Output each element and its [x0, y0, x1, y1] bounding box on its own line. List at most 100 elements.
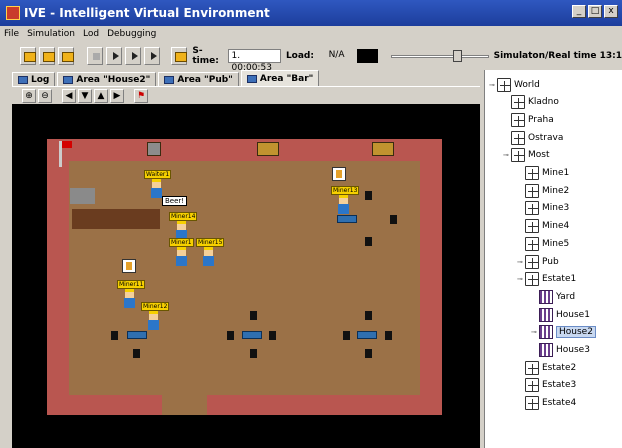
- menu-debugging[interactable]: Debugging: [107, 29, 156, 39]
- speed-slider[interactable]: [390, 49, 489, 63]
- tree-item-most[interactable]: ⊸ Most: [503, 147, 550, 164]
- menu-simulation[interactable]: Simulation: [27, 29, 75, 39]
- zoom-in-button[interactable]: ⊕: [22, 88, 36, 103]
- play-button[interactable]: [125, 47, 142, 65]
- flag-button[interactable]: ⚑: [134, 88, 148, 103]
- tree-toggle-icon[interactable]: ⊸: [531, 328, 539, 336]
- open-folder-button[interactable]: [39, 47, 56, 65]
- tree-item-label: House2: [556, 326, 596, 339]
- tree-item-house3[interactable]: House3: [531, 342, 590, 359]
- npc-label: Miner1: [169, 238, 194, 247]
- save-button[interactable]: [58, 47, 75, 65]
- tree-item-mine1[interactable]: Mine1: [517, 165, 569, 182]
- npc-head: [339, 195, 348, 204]
- npc-head: [204, 247, 213, 256]
- location-node-icon: [511, 148, 525, 163]
- tree-item-mine5[interactable]: Mine5: [517, 235, 569, 252]
- tree-item-label: Mine5: [542, 238, 570, 249]
- tree-item-kladno[interactable]: Kladno: [503, 94, 559, 111]
- chair: [365, 349, 372, 358]
- wall: [47, 395, 442, 415]
- tab-area-house2[interactable]: Area "House2": [57, 72, 157, 86]
- tree-toggle-icon[interactable]: ⊸: [517, 275, 525, 283]
- scene-view[interactable]: Beer! Waiter1 Miner13 Miner14 Miner1 Min…: [12, 104, 480, 448]
- npc-head: [177, 221, 186, 230]
- tree-item-estate1[interactable]: ⊸ Estate1: [517, 271, 576, 288]
- step-button[interactable]: [106, 47, 123, 65]
- settings-button[interactable]: [171, 47, 188, 65]
- npc-body: [203, 256, 214, 266]
- maximize-button[interactable]: □: [588, 5, 602, 18]
- npc-label: Miner13: [331, 186, 360, 195]
- tree-item-estate4[interactable]: Estate4: [517, 395, 576, 412]
- tree-item-label: Mine3: [542, 203, 570, 214]
- title-bar: IVE - Intelligent Virtual Environment _ …: [0, 0, 622, 26]
- stime-field: 1. 00:00:53: [227, 49, 281, 73]
- door: [162, 395, 207, 415]
- tree-item-world[interactable]: ⊸ World: [489, 76, 540, 93]
- tree-item-house1[interactable]: House1: [531, 306, 590, 323]
- sim-real-label: Simulaton/Real time 13:1: [493, 51, 622, 61]
- world-tree[interactable]: ⊸ World Kladno Praha Ostrava ⊸ Most Mine1 Mine2 M…: [484, 70, 622, 448]
- location-node-icon: [525, 396, 539, 411]
- up-arrow-button[interactable]: ▲: [94, 88, 108, 103]
- chair: [250, 349, 257, 358]
- tree-toggle-icon[interactable]: ⊸: [503, 151, 511, 159]
- area-tabs: Log Area "House2" Area "Pub" Area "Bar": [12, 70, 321, 86]
- left-arrow-button[interactable]: ◀: [62, 88, 76, 103]
- slider-track: [390, 55, 489, 58]
- tree-item-label: Yard: [556, 291, 576, 302]
- slider-thumb[interactable]: [452, 50, 462, 62]
- window-icon: [147, 142, 161, 156]
- wall: [420, 139, 442, 415]
- menu-lod[interactable]: Lod: [83, 29, 99, 39]
- tree-item-mine4[interactable]: Mine4: [517, 218, 569, 235]
- minimize-button[interactable]: _: [572, 5, 586, 18]
- window-title: IVE - Intelligent Virtual Environment: [24, 6, 270, 20]
- tree-item-praha[interactable]: Praha: [503, 111, 554, 128]
- npc-body: [148, 320, 159, 330]
- tree-item-house2[interactable]: ⊸ House2: [531, 324, 596, 341]
- chair: [250, 311, 257, 320]
- tree-item-estate2[interactable]: Estate2: [517, 359, 576, 376]
- tree-item-label: Praha: [528, 114, 554, 125]
- tree-item-label: Mine2: [542, 185, 570, 196]
- tree-toggle-icon[interactable]: ⊸: [517, 258, 525, 266]
- close-button[interactable]: x: [604, 5, 618, 18]
- tab-area-pub[interactable]: Area "Pub": [158, 72, 239, 86]
- stop-button[interactable]: [87, 47, 104, 65]
- load-value: N/A: [328, 50, 345, 60]
- tree-item-label: Estate2: [542, 362, 577, 373]
- fast-forward-button[interactable]: [144, 47, 161, 65]
- tree-item-label: House1: [556, 309, 590, 320]
- flag-icon: [59, 141, 72, 167]
- tree-item-mine2[interactable]: Mine2: [517, 182, 569, 199]
- location-node-icon: [525, 272, 539, 287]
- bar-room: Beer! Waiter1 Miner13 Miner14 Miner1 Min…: [47, 139, 442, 415]
- npc-body: [124, 298, 135, 308]
- right-arrow-button[interactable]: ▶: [110, 88, 124, 103]
- tree-item-mine3[interactable]: Mine3: [517, 200, 569, 217]
- tree-item-yard[interactable]: Yard: [531, 288, 575, 305]
- npc-body: [176, 256, 187, 266]
- tree-item-ostrava[interactable]: Ostrava: [503, 129, 563, 146]
- tree-item-estate3[interactable]: Estate3: [517, 377, 576, 394]
- npc-label: Miner14: [169, 212, 198, 221]
- tree-item-label: Pub: [542, 256, 559, 267]
- chair: [365, 191, 372, 200]
- tab-label: Log: [31, 74, 50, 85]
- house-icon: [539, 289, 553, 304]
- down-arrow-button[interactable]: ▼: [78, 88, 92, 103]
- menu-file[interactable]: File: [4, 29, 19, 39]
- tree-item-pub[interactable]: ⊸ Pub: [517, 253, 559, 270]
- tree-item-label: Estate1: [542, 274, 577, 285]
- tab-area-bar[interactable]: Area "Bar": [240, 70, 320, 86]
- stime-label: S-time:: [192, 46, 219, 66]
- tab-log[interactable]: Log: [12, 72, 56, 86]
- open-world-button[interactable]: [20, 47, 37, 65]
- tree-toggle-icon[interactable]: ⊸: [489, 81, 497, 89]
- npc-body: [338, 204, 349, 214]
- location-node-icon: [525, 236, 539, 251]
- zoom-out-button[interactable]: ⊖: [38, 88, 52, 103]
- beer-icon: [332, 167, 346, 181]
